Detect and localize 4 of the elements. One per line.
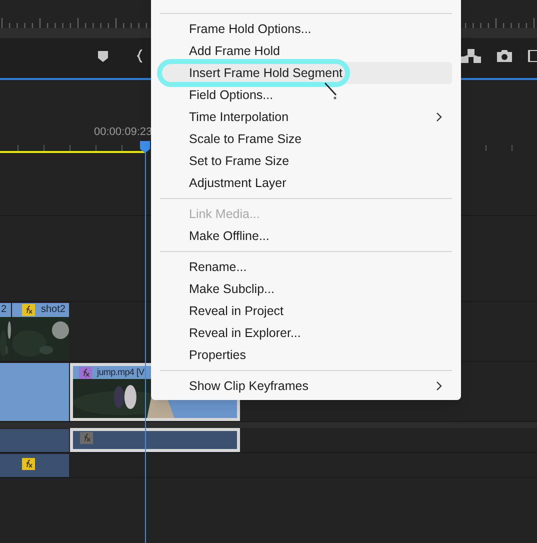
clip-name: 2 <box>1 305 7 315</box>
clip-name: shot2 <box>41 305 66 315</box>
clip-name: jump.mp4 [V <box>97 368 144 377</box>
timecode: 00:00:09:23 <box>94 125 152 140</box>
